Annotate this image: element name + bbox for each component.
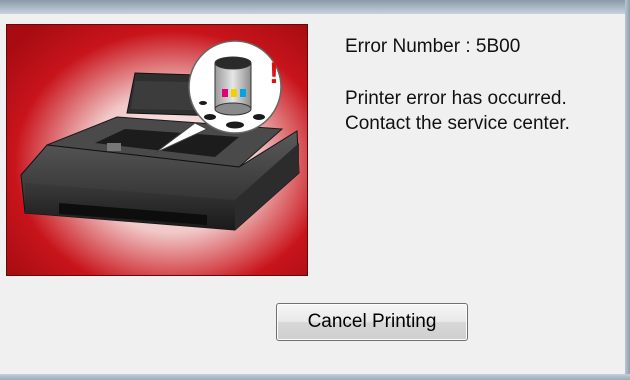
alert-exclamation-icon: ! xyxy=(269,57,279,90)
error-number-label: Error Number : 5B00 xyxy=(345,36,521,57)
window-frame-bottom xyxy=(0,374,630,380)
window-frame-top xyxy=(0,0,630,14)
cancel-printing-button[interactable]: Cancel Printing xyxy=(276,303,468,341)
window-frame-right xyxy=(625,0,630,380)
printer-error-illustration: ! xyxy=(6,24,308,276)
error-message-line-1: Printer error has occurred. xyxy=(345,88,567,109)
error-message-line-2: Contact the service center. xyxy=(345,113,570,134)
